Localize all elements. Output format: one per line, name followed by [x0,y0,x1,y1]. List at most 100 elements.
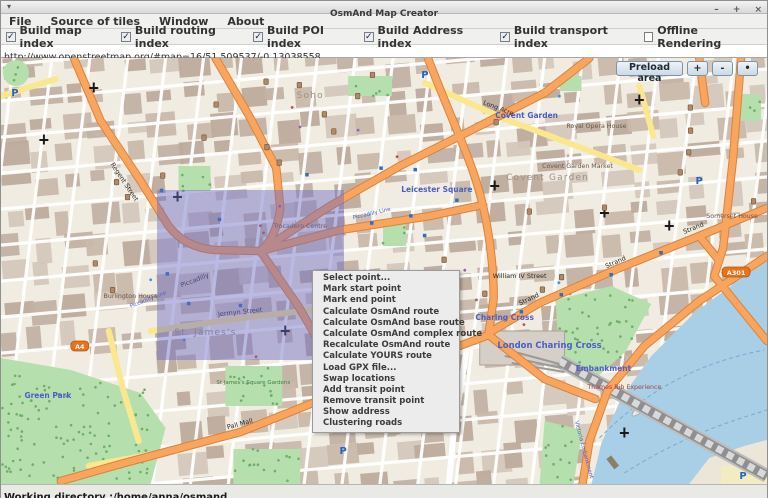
shop-poi-icon [558,281,561,284]
shop-poi-icon [183,339,186,342]
shop-poi-icon [523,323,526,326]
minimize-button[interactable]: – [714,5,719,15]
window-menu-icon[interactable]: ▾ [7,1,11,13]
url-bar [1,45,767,58]
index-options-toolbar: ✓Build map index✓Build routing index✓Bui… [1,29,767,45]
app-window: ▾ OsmAnd Map Creator – + × FileSource of… [0,0,768,498]
context-menu-item-show-address[interactable]: Show address [313,407,459,418]
context-menu-item-calculate-yours-route[interactable]: Calculate YOURS route [313,351,459,362]
map-label-london-charing-cross: London Charing Cross [497,340,601,350]
pub-icon [160,173,164,179]
shop-poi-icon [299,126,302,129]
checkbox-box[interactable]: ✓ [500,32,510,42]
road-badge-text: A301 [727,269,746,277]
parking-icon: P [11,88,18,99]
parking-icon: P [421,70,428,81]
window-controls: – + × [705,1,762,16]
shop-poi-icon [278,205,281,208]
map-label-covent-garden: Covent Garden [506,173,589,183]
tube-entrance-icon [379,166,382,170]
context-menu-item-select-point[interactable]: Select point... [313,273,459,284]
tube-entrance-icon [423,234,426,238]
tube-entrance-icon [609,273,612,277]
context-menu-item-calculate-osmand-route[interactable]: Calculate OsmAnd route [313,307,459,318]
map-label-embankment: Embankment [576,364,632,373]
map-label-somerset-house: Somerset House [706,213,758,220]
context-menu-item-recalculate-osmand-route[interactable]: Recalculate OsmAnd route [313,340,459,351]
status-bar: Working directory :/home/anna/osmand [1,484,767,498]
context-menu-item-mark-start-point[interactable]: Mark start point [313,284,459,295]
zoom-in-button[interactable]: + [687,61,708,76]
map-label-green-park: Green Park [24,391,72,400]
parking-icon: P [339,446,346,457]
map-label-royal-opera-house: Royal Opera House [566,123,626,130]
pub-icon [264,79,268,85]
close-button[interactable]: × [754,5,762,15]
zoom-out-button[interactable]: - [712,61,733,76]
map-viewport[interactable]: PPPPPP Covent GardenCovent GardenRoyal O… [1,58,767,484]
map-label-covent-garden-market: Covent Garden Market [542,163,613,170]
map-label-charing-cross: Charing Cross [475,313,534,322]
pub-icon [265,144,269,150]
map-label-thames-rib-experience: Thames Rib Experience [586,384,661,391]
context-menu: Select point...Mark start pointMark end … [312,270,460,433]
context-menu-item-clustering-roads[interactable]: Clustering roads [313,418,459,429]
pub-icon [442,257,446,263]
pub-icon [686,150,690,156]
pub-icon [751,199,755,205]
pub-icon [93,261,97,267]
tube-entrance-icon [409,214,412,218]
pub-icon [559,274,563,280]
shop-poi-icon [357,129,360,132]
shop-poi-icon [259,224,262,227]
checkbox-box[interactable]: ✓ [364,32,374,42]
pub-icon [332,129,336,135]
map-label-soho: Soho [297,91,324,101]
checkbox-box[interactable]: ✓ [253,32,263,42]
tube-entrance-icon [239,304,242,308]
map-label-william-iv-street: William IV Street [493,272,547,280]
map-label-st-james-s-square-gardens: St James's Square Gardens [216,380,290,386]
titlebar: ▾ OsmAnd Map Creator – + × [1,1,767,14]
pub-icon [527,209,531,215]
pub-icon [602,205,606,211]
context-menu-item-mark-end-point[interactable]: Mark end point [313,295,459,306]
shop-poi-icon [255,355,258,358]
context-menu-item-add-transit-point[interactable]: Add transit point [313,385,459,396]
shop-poi-icon [262,232,265,235]
pub-icon [483,291,487,297]
shop-poi-icon [475,299,478,302]
pub-icon [214,102,218,108]
checkbox-box[interactable]: ✓ [121,32,131,42]
context-menu-item-remove-transit-point[interactable]: Remove transit point [313,396,459,407]
maximize-button[interactable]: + [733,5,741,15]
tube-entrance-icon [187,302,190,306]
parking-icon: P [696,176,703,187]
working-directory-text: Working directory :/home/anna/osmand [4,492,227,498]
tube-entrance-icon [414,168,417,172]
tube-entrance-icon [560,293,563,297]
context-menu-item-swap-locations[interactable]: Swap locations [313,374,459,385]
context-menu-item-load-gpx-file[interactable]: Load GPX file... [313,363,459,374]
shop-poi-icon [463,269,466,272]
tube-entrance-icon [370,221,373,225]
pub-icon [322,112,326,118]
tube-entrance-icon [659,251,662,255]
tube-entrance-icon [166,272,169,276]
checkbox-box[interactable]: ✓ [6,32,16,42]
pub-icon [114,179,118,185]
tube-entrance-icon [160,189,163,193]
pub-icon [355,93,359,99]
shop-poi-icon [396,155,399,158]
pub-icon [277,160,281,166]
context-menu-item-calculate-osmand-complex-route[interactable]: Calculate OsmAnd complex route [313,329,459,340]
tube-entrance-icon [455,199,458,203]
preload-area-button[interactable]: Preload area [616,61,683,76]
misc-map-button[interactable]: • [737,61,758,76]
context-menu-item-calculate-osmand-base-route[interactable]: Calculate OsmAnd base route [313,318,459,329]
checkbox-box[interactable] [644,32,653,42]
tube-entrance-icon [305,173,308,177]
shop-poi-icon [291,106,294,109]
map-label-trocadero-centre: Trocadero Centre [272,223,327,230]
shop-poi-icon [149,278,152,281]
